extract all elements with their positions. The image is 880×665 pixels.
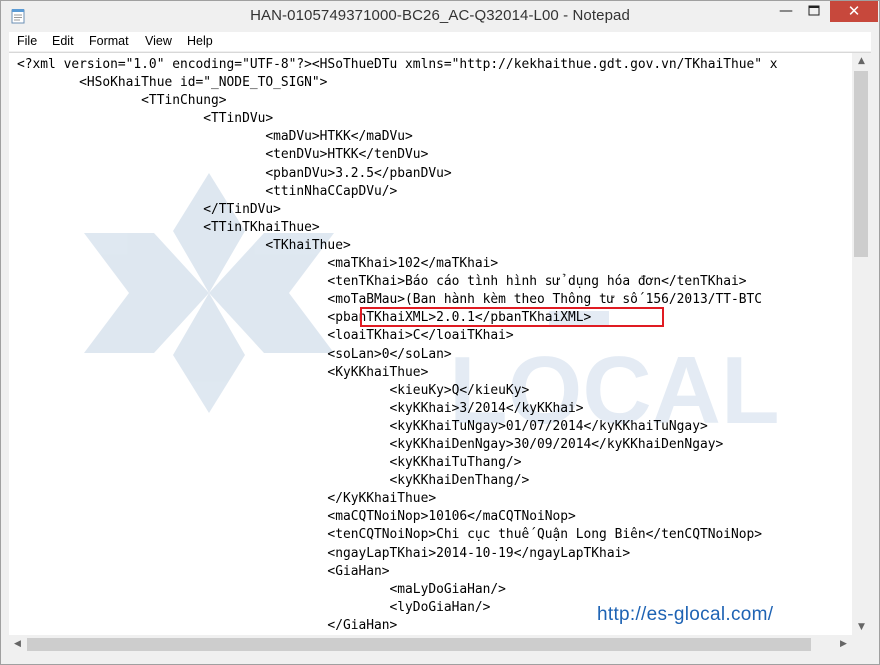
document-line: <maDVu>HTKK</maDVu> bbox=[17, 129, 413, 145]
vertical-scrollbar[interactable]: ▲ ▼ bbox=[852, 52, 871, 636]
document-line: <kieuKy>Q</kieuKy> bbox=[17, 382, 530, 398]
document-line: <TTinDVu> bbox=[17, 111, 274, 127]
document-line: </GiaHan> bbox=[17, 617, 398, 633]
document-line: <tenTKhai>Báo cáo tình hình sử dụng hóa … bbox=[17, 274, 747, 290]
menu-bar: File Edit Format View Help bbox=[9, 32, 871, 51]
document-line: <kyKKhaiDenThang/> bbox=[17, 473, 530, 489]
highlight-box bbox=[360, 307, 664, 327]
document-line: <TTinTKhaiThue> bbox=[17, 219, 320, 235]
document-line: <moTaBMau>(Ban hành kèm theo Thông tư số… bbox=[17, 292, 763, 308]
document-line: <TTinChung> bbox=[17, 93, 227, 109]
document-line: <TKhaiThue> bbox=[17, 237, 351, 253]
menu-format[interactable]: Format bbox=[89, 34, 129, 48]
document-line: </TTinDVu> bbox=[17, 201, 281, 217]
document-line: <pbanDVu>3.2.5</pbanDVu> bbox=[17, 165, 452, 181]
document-line: <KyKKhaiThue> bbox=[17, 364, 429, 380]
horizontal-scrollbar[interactable]: ◀ ▶ bbox=[9, 635, 852, 654]
maximize-icon bbox=[808, 5, 820, 16]
document-line: <kyKKhaiDenNgay>30/09/2014</kyKKhaiDenNg… bbox=[17, 436, 724, 452]
menu-help[interactable]: Help bbox=[187, 34, 213, 48]
window-title: HAN-0105749371000-BC26_AC-Q32014-L00 - N… bbox=[250, 7, 630, 24]
menu-file[interactable]: File bbox=[17, 34, 37, 48]
notepad-window: HAN-0105749371000-BC26_AC-Q32014-L00 - N… bbox=[0, 0, 880, 665]
document-line: <kyKKhai>3/2014</kyKKhai> bbox=[17, 400, 584, 416]
title-bar[interactable]: HAN-0105749371000-BC26_AC-Q32014-L00 - N… bbox=[1, 1, 879, 31]
document-line: <maLyDoGiaHan/> bbox=[17, 581, 506, 597]
text-editor-area[interactable]: LOCAL <?xml version="1.0" encoding="UTF-… bbox=[9, 52, 852, 636]
scroll-up-arrow-icon[interactable]: ▲ bbox=[852, 53, 871, 70]
minimize-icon: — bbox=[779, 3, 793, 19]
vertical-scroll-thumb[interactable] bbox=[854, 71, 868, 257]
size-grip[interactable] bbox=[852, 635, 871, 654]
scroll-left-arrow-icon[interactable]: ◀ bbox=[9, 635, 26, 654]
document-line: <?xml version="1.0" encoding="UTF-8"?><H… bbox=[17, 57, 778, 72]
document-line: <tenDVu>HTKK</tenDVu> bbox=[17, 147, 429, 163]
maximize-button[interactable] bbox=[801, 1, 827, 22]
document-line: <HSoKhaiThue id="_NODE_TO_SIGN"> bbox=[17, 75, 328, 91]
document-line: <ngayLapTKhai>2014-10-19</ngayLapTKhai> bbox=[17, 545, 631, 561]
document-line: <GiaHan> bbox=[17, 563, 390, 579]
document-line: <kyKKhaiTuThang/> bbox=[17, 455, 522, 471]
document-line: <ttinNhaCCapDVu/> bbox=[17, 183, 398, 199]
document-line: <kyKKhaiTuNgay>01/07/2014</kyKKhaiTuNgay… bbox=[17, 418, 708, 434]
scroll-down-arrow-icon[interactable]: ▼ bbox=[852, 619, 871, 636]
document-line: <soLan>0</soLan> bbox=[17, 346, 452, 362]
document-line: </KyKKhaiThue> bbox=[17, 491, 437, 507]
close-button[interactable]: ✕ bbox=[830, 1, 878, 22]
scroll-right-arrow-icon[interactable]: ▶ bbox=[835, 635, 852, 654]
horizontal-scroll-thumb[interactable] bbox=[27, 638, 811, 651]
document-line: <tenCQTNoiNop>Chi cục thuế Quận Long Biê… bbox=[17, 527, 763, 543]
minimize-button[interactable]: — bbox=[773, 1, 799, 22]
watermark-url: http://es-glocal.com/ bbox=[597, 604, 774, 625]
menu-view[interactable]: View bbox=[145, 34, 172, 48]
document-line: <maCQTNoiNop>10106</maCQTNoiNop> bbox=[17, 509, 576, 525]
document-line: <maTKhai>102</maTKhai> bbox=[17, 256, 499, 272]
close-icon: ✕ bbox=[847, 2, 861, 20]
document-text: <?xml version="1.0" encoding="UTF-8"?><H… bbox=[17, 56, 778, 635]
menu-edit[interactable]: Edit bbox=[52, 34, 74, 48]
document-line: <loaiTKhai>C</loaiTKhai> bbox=[17, 328, 514, 344]
document-line: <lyDoGiaHan/> bbox=[17, 599, 491, 615]
